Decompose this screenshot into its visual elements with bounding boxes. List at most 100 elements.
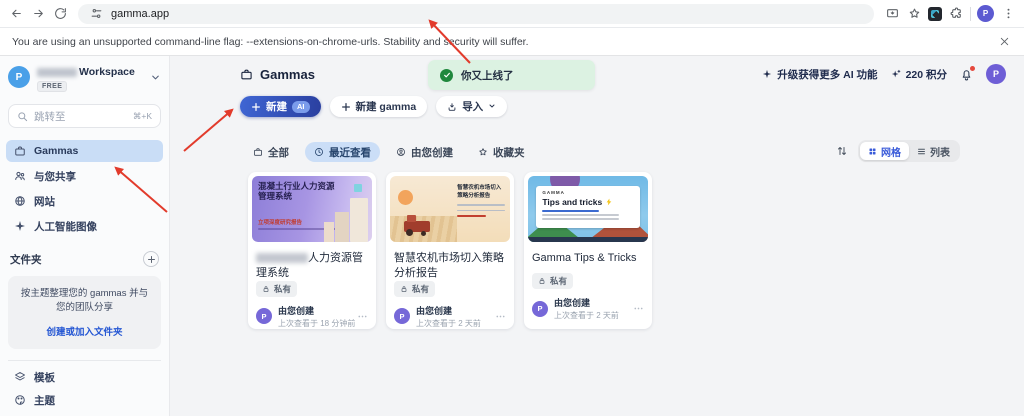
workspace-switcher[interactable]: P Workspace FREE [8,66,161,92]
list-icon [918,148,925,154]
new-gamma-button[interactable]: 新建 gamma [329,96,428,117]
workspace-avatar: P [8,66,30,88]
privacy-badge: 私有 [256,280,298,297]
creator-avatar: P [532,300,548,317]
notifications-bell-icon[interactable] [960,65,975,81]
screen-share-icon[interactable] [884,6,900,22]
sidebar-item-ai-images[interactable]: 人工智能图像 [6,215,163,237]
sidebar-nav: Gammas 与您共享 网站 人工智能图像 [6,140,163,237]
toast-text: 你又上线了 [461,69,514,82]
search-input[interactable]: 跳转至 ⌘+K [8,104,161,128]
filter-tabs: 全部 最近查看 由您创建 收藏夹 [244,142,534,162]
filter-favorites[interactable]: 收藏夹 [469,142,534,162]
back-icon[interactable] [8,6,24,22]
sparkle-plus-icon [891,69,900,78]
sidebar-item-custom-fonts[interactable]: 自定义字体 [6,413,163,416]
card-footer: P 由您创建 上次查看于 2 天前 [386,297,514,329]
grid-icon [869,148,876,154]
action-buttons: 新建 AI 新建 gamma 导入 [240,96,508,117]
folders-empty-state: 按主题整理您的 gammas 并与您的团队分享 创建或加入文件夹 [8,276,161,349]
globe-icon [14,195,26,207]
plus-icon [252,102,260,111]
screen: gamma.app P You are using an unsupported… [0,0,1024,416]
gamma-card[interactable]: 智慧农机市场切入策略分析报告 智慧农机市场切入策略分析报告 私有 P 由您创建 … [386,172,514,329]
lock-icon [401,285,407,292]
gamma-card[interactable]: 混凝土行业人力资源管理系统 立项深度研究报告 人力资源管理系统 私有 P 由您创… [248,172,376,329]
gamma-card[interactable]: GAMMA Tips and tricks Gamma Tips & Trick… [524,172,652,329]
workspace-name: Workspace [37,66,135,78]
sidebar-divider [8,359,161,361]
add-folder-button[interactable] [143,251,159,267]
extensions-puzzle-icon[interactable] [948,6,964,22]
user-avatar[interactable]: P [986,64,1006,84]
creator-avatar: P [394,308,410,325]
reload-icon[interactable] [52,6,68,22]
forward-icon[interactable] [30,6,46,22]
filter-created-by-you[interactable]: 由您创建 [387,142,462,162]
site-settings-icon[interactable] [88,6,104,22]
view-toggle: 网格 列表 [858,140,960,162]
import-button[interactable]: 导入 [436,96,508,117]
card-menu-icon[interactable] [357,311,368,322]
sidebar-item-templates[interactable]: 模板 [6,367,163,388]
harvester-illustration [404,215,430,236]
notification-dot [970,65,975,71]
folders-header: 文件夹 [10,251,159,267]
thumb-title: 混凝土行业人力资源管理系统 [258,181,335,202]
browser-profile-avatar[interactable]: P [977,5,994,22]
page-title: Gammas [240,67,315,82]
main-topbar: 升级获得更多 AI 功能 220 积分 P [762,64,1006,84]
browser-menu-icon[interactable] [1000,6,1016,22]
warning-infobar: You are using an unsupported command-lin… [0,28,1024,56]
people-icon [14,170,26,182]
bookmark-star-icon[interactable] [906,6,922,22]
app-shell: P Workspace FREE 跳转至 ⌘+K Gammas 与您共享 网站 … [0,56,1024,416]
redacted-title-prefix [256,253,308,264]
sort-icon[interactable] [836,145,848,157]
person-circle-icon [397,148,405,156]
sidebar: P Workspace FREE 跳转至 ⌘+K Gammas 与您共享 网站 … [0,56,170,416]
card-footer: P 由您创建 上次查看于 18 分钟前 [248,297,376,329]
thumb-title: 智慧农机市场切入策略分析报告 [457,185,502,199]
grid-view-button[interactable]: 网格 [860,142,909,160]
creator-label: 由您创建 [416,305,453,316]
creator-label: 由您创建 [278,305,315,316]
card-menu-icon[interactable] [495,311,506,322]
last-viewed-label: 上次查看于 2 天前 [554,311,619,320]
filter-all[interactable]: 全部 [244,142,298,162]
lock-icon [263,285,269,292]
search-shortcut: ⌘+K [132,110,152,121]
star-icon [479,148,487,156]
sidebar-item-shared[interactable]: 与您共享 [6,165,163,187]
card-thumbnail: 混凝土行业人力资源管理系统 立项深度研究报告 [252,176,372,242]
sidebar-item-gammas[interactable]: Gammas [6,140,163,162]
close-icon[interactable] [996,34,1012,50]
filter-recently-viewed[interactable]: 最近查看 [305,142,380,162]
privacy-badge: 私有 [532,273,574,289]
card-menu-icon[interactable] [633,303,644,314]
create-folder-link[interactable]: 创建或加入文件夹 [17,324,152,338]
view-controls: 网格 列表 [836,140,960,162]
list-view-button[interactable]: 列表 [909,142,958,160]
lightning-icon [606,198,612,206]
plus-icon [341,102,350,111]
thumb-brand: GAMMA [542,189,565,195]
browser-toolbar: gamma.app P [0,0,1024,28]
import-icon [448,102,456,111]
url-text: gamma.app [111,7,170,20]
plus-icon [147,255,155,263]
briefcase-icon [14,145,26,157]
chevron-down-icon [150,70,161,88]
briefcase-icon [254,148,262,156]
sidebar-item-themes[interactable]: 主题 [6,390,163,411]
extension-icon[interactable] [928,6,942,21]
card-title: 人力资源管理系统 [256,252,363,279]
new-ai-button[interactable]: 新建 AI [240,96,321,117]
url-bar[interactable]: gamma.app [78,3,874,24]
clock-icon [315,148,323,156]
credits-badge[interactable]: 220 积分 [891,67,947,82]
last-viewed-label: 上次查看于 2 天前 [416,318,481,328]
upgrade-link[interactable]: 升级获得更多 AI 功能 [762,67,878,82]
plan-badge: FREE [37,81,68,92]
sidebar-item-sites[interactable]: 网站 [6,190,163,212]
